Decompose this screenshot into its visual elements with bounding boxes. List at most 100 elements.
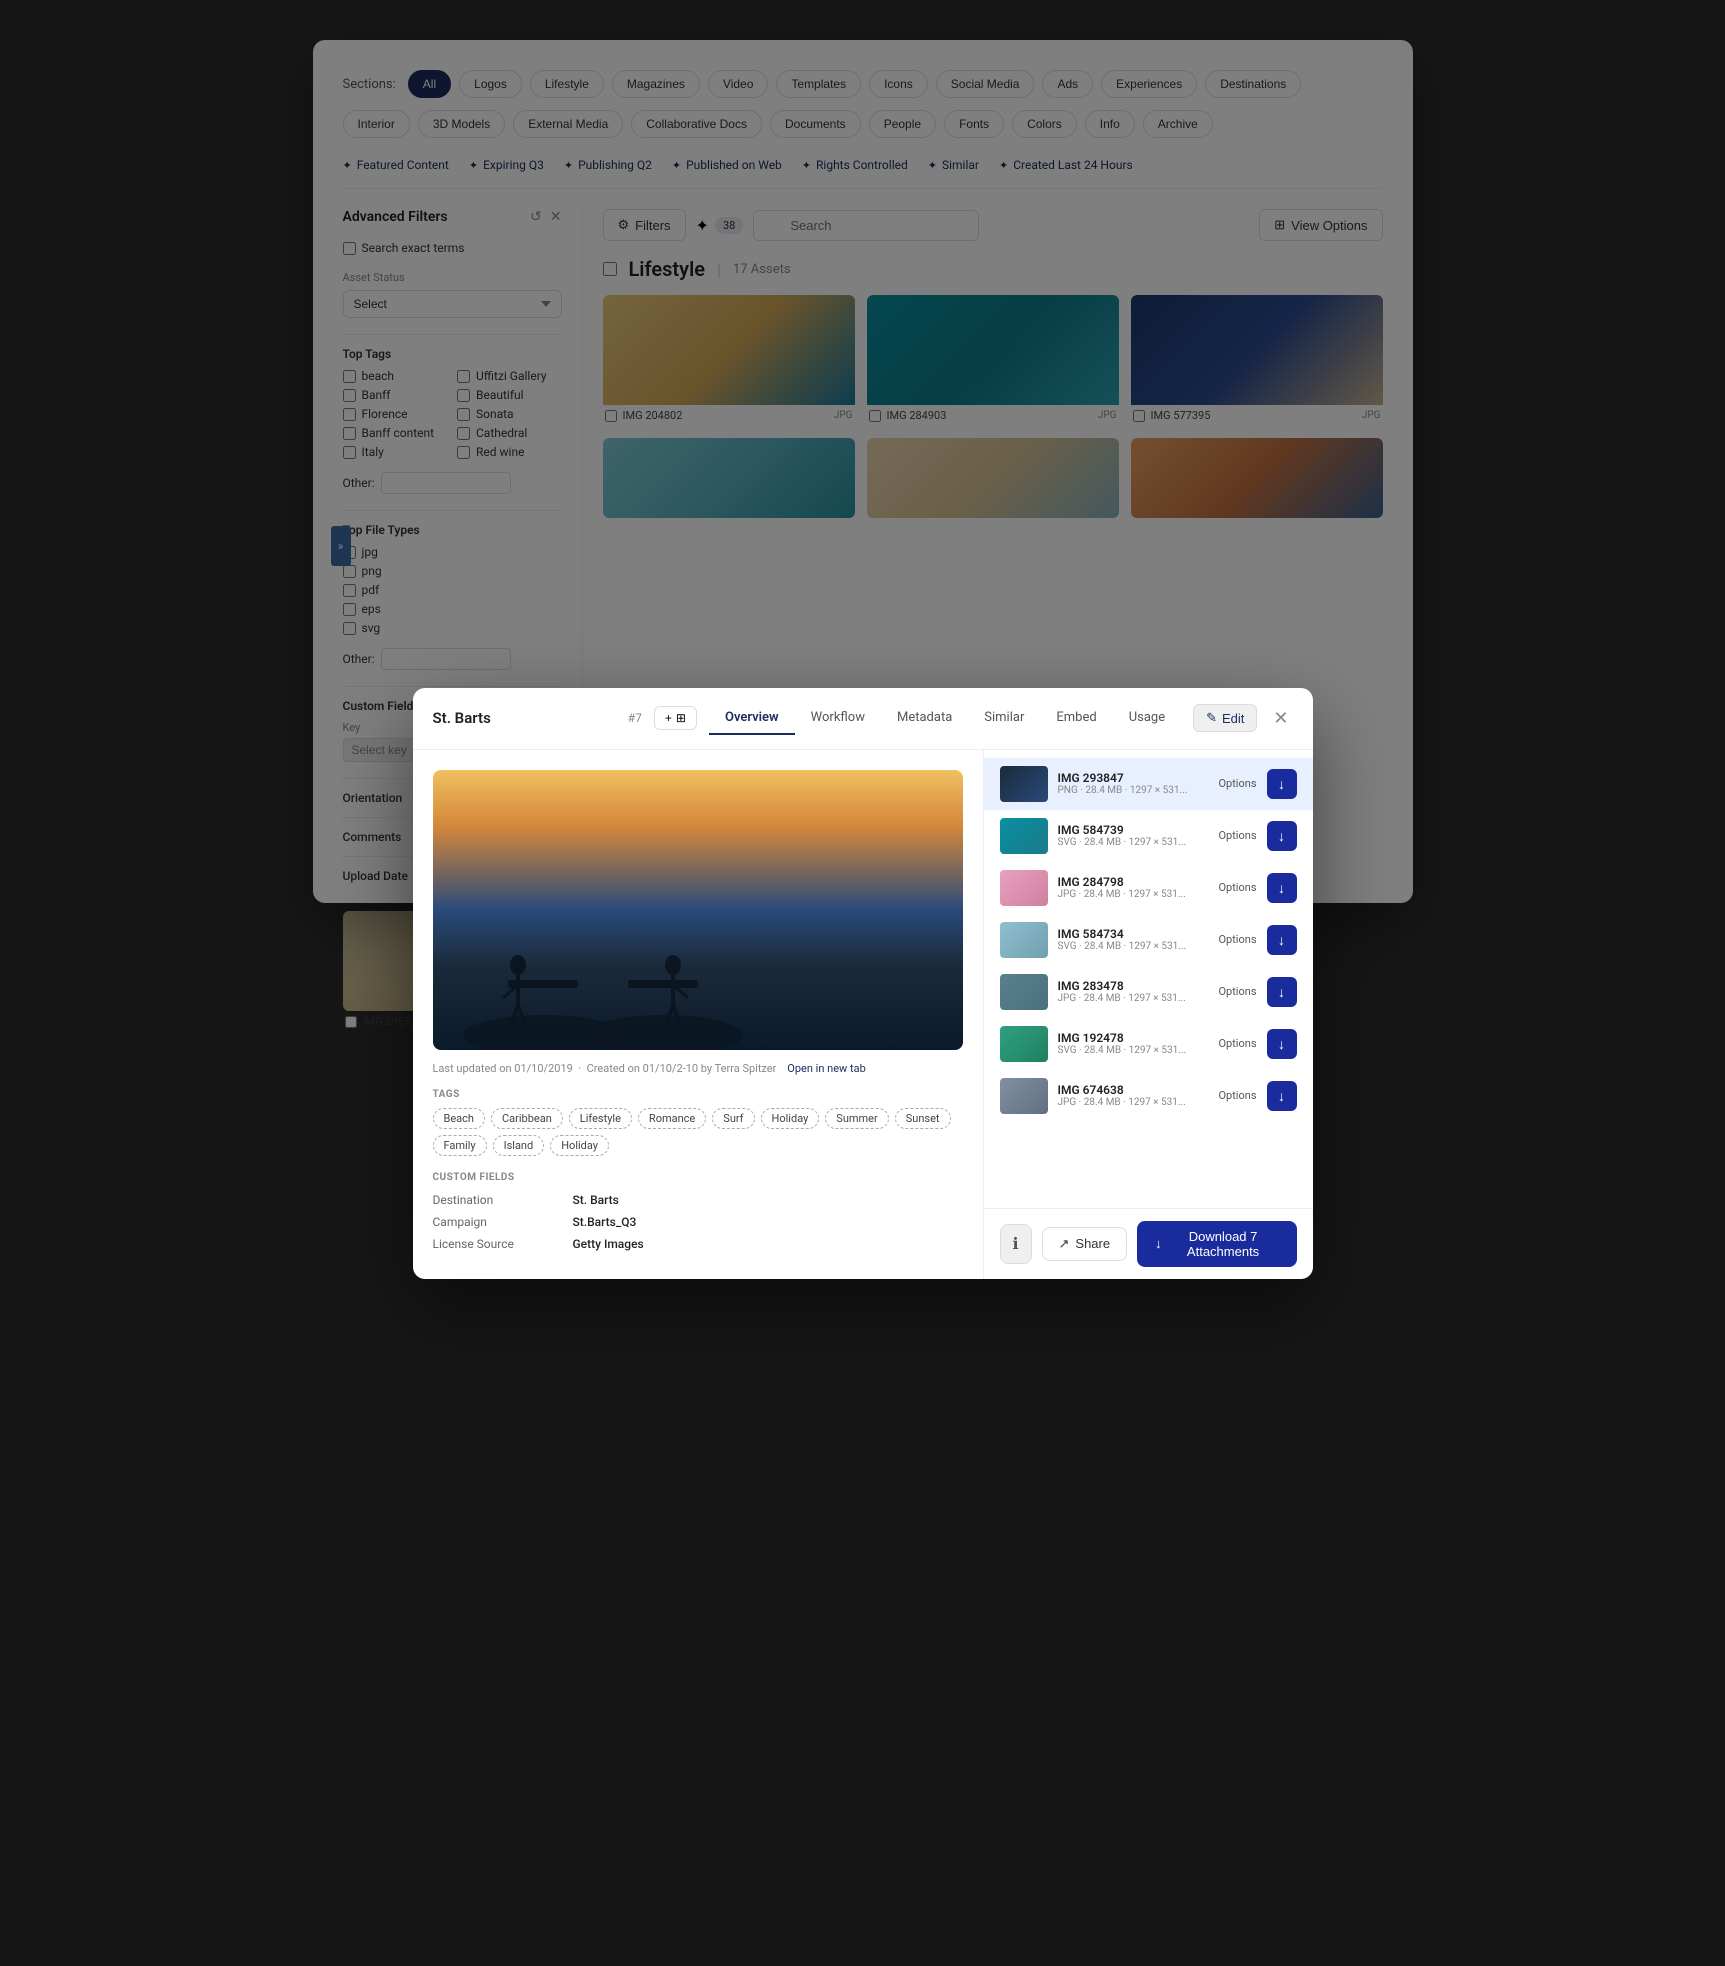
file-info-img284798: IMG 284798 JPG · 28.4 MB · 1297 × 531...: [1058, 875, 1209, 900]
tags-row: Beach Caribbean Lifestyle Romance Surf H…: [433, 1108, 963, 1156]
file-options-img584734[interactable]: Options: [1218, 933, 1256, 946]
share-icon: ↗: [1059, 1236, 1070, 1252]
file-options-img674638[interactable]: Options: [1218, 1089, 1256, 1102]
file-meta-img674638: JPG · 28.4 MB · 1297 × 531...: [1058, 1097, 1209, 1108]
share-button[interactable]: ↗ Share: [1042, 1227, 1128, 1261]
file-info-img584734: IMG 584734 SVG · 28.4 MB · 1297 × 531...: [1058, 927, 1209, 952]
file-thumb-img284798: [1000, 870, 1048, 906]
file-options-img293847[interactable]: Options: [1218, 777, 1256, 790]
file-meta-img192478: SVG · 28.4 MB · 1297 × 531...: [1058, 1045, 1209, 1056]
cf-key-destination: Destination: [433, 1193, 573, 1207]
tag-romance-pill[interactable]: Romance: [638, 1108, 706, 1129]
file-item-img284798[interactable]: IMG 284798 JPG · 28.4 MB · 1297 × 531...…: [984, 862, 1313, 914]
tag-holiday-pill[interactable]: Holiday: [761, 1108, 820, 1129]
cf-val-campaign: St.Barts_Q3: [573, 1215, 637, 1229]
created-text: Created on 01/10/2-10 by Terra Spitzer: [587, 1062, 777, 1075]
modal-count: #7: [628, 711, 642, 725]
file-download-img192478[interactable]: ↓: [1267, 1029, 1297, 1059]
file-thumb-img283478: [1000, 974, 1048, 1010]
file-info-img584739: IMG 584739 SVG · 28.4 MB · 1297 × 531...: [1058, 823, 1209, 848]
file-list: IMG 293847 PNG · 28.4 MB · 1297 × 531...…: [984, 750, 1313, 1208]
tab-usage[interactable]: Usage: [1113, 702, 1181, 735]
file-meta-img584734: SVG · 28.4 MB · 1297 × 531...: [1058, 941, 1209, 952]
file-item-img674638[interactable]: IMG 674638 JPG · 28.4 MB · 1297 × 531...…: [984, 1070, 1313, 1122]
tag-holiday2-pill[interactable]: Holiday: [550, 1135, 609, 1156]
file-options-img284798[interactable]: Options: [1218, 881, 1256, 894]
file-options-img584739[interactable]: Options: [1218, 829, 1256, 842]
tab-similar[interactable]: Similar: [968, 702, 1040, 735]
custom-fields-section-title: CUSTOM FIELDS: [433, 1172, 963, 1183]
tags-section-title: TAGS: [433, 1089, 963, 1100]
file-name-img584739: IMG 584739: [1058, 823, 1209, 837]
file-info-img293847: IMG 293847 PNG · 28.4 MB · 1297 × 531...: [1058, 771, 1209, 796]
share-label: Share: [1075, 1236, 1110, 1251]
open-new-tab-link[interactable]: Open in new tab: [787, 1062, 866, 1075]
file-thumb-img584739: [1000, 818, 1048, 854]
file-thumb-img674638: [1000, 1078, 1048, 1114]
file-meta-img283478: JPG · 28.4 MB · 1297 × 531...: [1058, 993, 1209, 1004]
file-meta-img293847: PNG · 28.4 MB · 1297 × 531...: [1058, 785, 1209, 796]
tab-overview[interactable]: Overview: [709, 702, 795, 735]
asset-detail-modal: St. Barts #7 + ⊞ Overview Workflow Metad…: [413, 688, 1313, 1279]
modal-main-image[interactable]: [433, 770, 963, 1050]
tag-caribbean-pill[interactable]: Caribbean: [491, 1108, 563, 1129]
modal-close-button[interactable]: ✕: [1269, 704, 1292, 733]
file-thumb-img293847: [1000, 766, 1048, 802]
file-download-img284798[interactable]: ↓: [1267, 873, 1297, 903]
file-name-img283478: IMG 283478: [1058, 979, 1209, 993]
file-name-img293847: IMG 293847: [1058, 771, 1209, 785]
file-item-img584739[interactable]: IMG 584739 SVG · 28.4 MB · 1297 × 531...…: [984, 810, 1313, 862]
tag-family-pill[interactable]: Family: [433, 1135, 487, 1156]
info-icon-button[interactable]: ℹ: [1000, 1224, 1032, 1264]
modal-meta: Last updated on 01/10/2019 · Created on …: [433, 1062, 963, 1075]
cf-row-campaign: Campaign St.Barts_Q3: [433, 1215, 963, 1229]
tab-workflow[interactable]: Workflow: [795, 702, 881, 735]
file-item-img283478[interactable]: IMG 283478 JPG · 28.4 MB · 1297 × 531...…: [984, 966, 1313, 1018]
file-item-img584734[interactable]: IMG 584734 SVG · 28.4 MB · 1297 × 531...…: [984, 914, 1313, 966]
cf-row-license: License Source Getty Images: [433, 1237, 963, 1251]
modal-overlay: St. Barts #7 + ⊞ Overview Workflow Metad…: [0, 0, 1725, 1966]
file-item-img192478[interactable]: IMG 192478 SVG · 28.4 MB · 1297 × 531...…: [984, 1018, 1313, 1070]
modal-add-button[interactable]: + ⊞: [654, 706, 697, 730]
surfer-silhouette: [433, 890, 833, 1050]
tag-island-pill[interactable]: Island: [493, 1135, 545, 1156]
file-thumb-img584734: [1000, 922, 1048, 958]
file-download-img674638[interactable]: ↓: [1267, 1081, 1297, 1111]
file-download-img584734[interactable]: ↓: [1267, 925, 1297, 955]
file-options-img192478[interactable]: Options: [1218, 1037, 1256, 1050]
file-item-img293847[interactable]: IMG 293847 PNG · 28.4 MB · 1297 × 531...…: [984, 758, 1313, 810]
file-meta-img284798: JPG · 28.4 MB · 1297 × 531...: [1058, 889, 1209, 900]
edit-icon: ✎: [1206, 710, 1217, 726]
file-name-img192478: IMG 192478: [1058, 1031, 1209, 1045]
tag-surf-pill[interactable]: Surf: [712, 1108, 754, 1129]
file-name-img674638: IMG 674638: [1058, 1083, 1209, 1097]
file-info-img283478: IMG 283478 JPG · 28.4 MB · 1297 × 531...: [1058, 979, 1209, 1004]
file-name-img584734: IMG 584734: [1058, 927, 1209, 941]
download-icon: ↓: [1155, 1236, 1162, 1251]
file-download-img584739[interactable]: ↓: [1267, 821, 1297, 851]
tag-sunset-pill[interactable]: Sunset: [895, 1108, 951, 1129]
tag-beach-pill[interactable]: Beach: [433, 1108, 486, 1129]
modal-right-panel: IMG 293847 PNG · 28.4 MB · 1297 × 531...…: [983, 750, 1313, 1279]
download-all-button[interactable]: ↓ Download 7 Attachments: [1137, 1221, 1296, 1267]
file-name-img284798: IMG 284798: [1058, 875, 1209, 889]
modal-edit-button[interactable]: ✎ Edit: [1193, 704, 1257, 732]
cf-key-license: License Source: [433, 1237, 573, 1251]
tag-summer-pill[interactable]: Summer: [825, 1108, 888, 1129]
file-options-img283478[interactable]: Options: [1218, 985, 1256, 998]
modal-title: St. Barts: [433, 709, 616, 727]
modal-header: St. Barts #7 + ⊞ Overview Workflow Metad…: [413, 688, 1313, 750]
last-updated-text: Last updated on 01/10/2019: [433, 1062, 573, 1075]
file-info-img192478: IMG 192478 SVG · 28.4 MB · 1297 × 531...: [1058, 1031, 1209, 1056]
file-download-img293847[interactable]: ↓: [1267, 769, 1297, 799]
cf-val-destination: St. Barts: [573, 1193, 619, 1207]
file-download-img283478[interactable]: ↓: [1267, 977, 1297, 1007]
cf-key-campaign: Campaign: [433, 1215, 573, 1229]
tab-embed[interactable]: Embed: [1040, 702, 1112, 735]
tab-metadata[interactable]: Metadata: [881, 702, 968, 735]
edit-label: Edit: [1222, 711, 1244, 726]
tag-lifestyle-pill[interactable]: Lifestyle: [569, 1108, 632, 1129]
modal-left-panel: Last updated on 01/10/2019 · Created on …: [413, 750, 983, 1279]
file-thumb-img192478: [1000, 1026, 1048, 1062]
file-meta-img584739: SVG · 28.4 MB · 1297 × 531...: [1058, 837, 1209, 848]
